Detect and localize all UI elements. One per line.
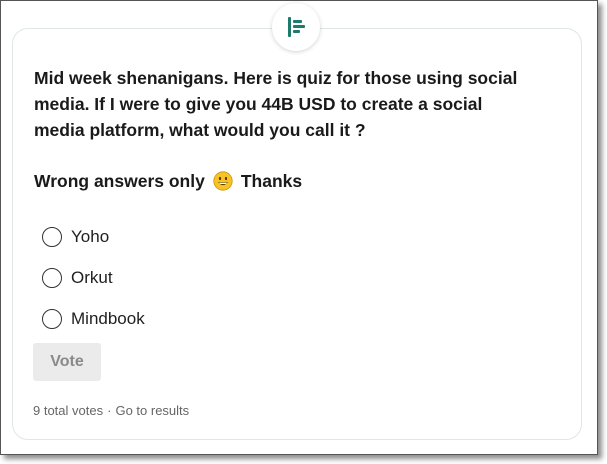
poll-question: Mid week shenanigans. Here is quiz for t…: [34, 68, 518, 140]
poll-icon: [272, 3, 320, 51]
poll-note: Wrong answers only Thanks: [34, 169, 302, 193]
radio-button[interactable]: [42, 309, 62, 329]
poll-option-yoho[interactable]: Yoho: [42, 223, 145, 251]
option-label: Mindbook: [71, 309, 145, 328]
note-text-before: Wrong answers only: [34, 171, 205, 191]
poll-footer: 9 total votes · Go to results: [33, 403, 189, 418]
total-votes: 9 total votes: [33, 403, 104, 418]
poll-options: Yoho Orkut Mindbook: [42, 223, 145, 346]
vote-button[interactable]: Vote: [33, 343, 101, 381]
grinning-face-icon: [213, 171, 233, 191]
radio-button[interactable]: [42, 268, 62, 288]
screenshot-frame: Mid week shenanigans. Here is quiz for t…: [0, 0, 598, 455]
radio-button[interactable]: [42, 227, 62, 247]
option-label: Orkut: [71, 268, 113, 287]
note-text-after: Thanks: [240, 171, 303, 191]
option-label: Yoho: [71, 227, 110, 246]
poll-option-orkut[interactable]: Orkut: [42, 264, 145, 292]
separator: ·: [107, 403, 112, 418]
go-to-results-link[interactable]: Go to results: [115, 403, 189, 418]
poll-option-mindbook[interactable]: Mindbook: [42, 305, 145, 333]
